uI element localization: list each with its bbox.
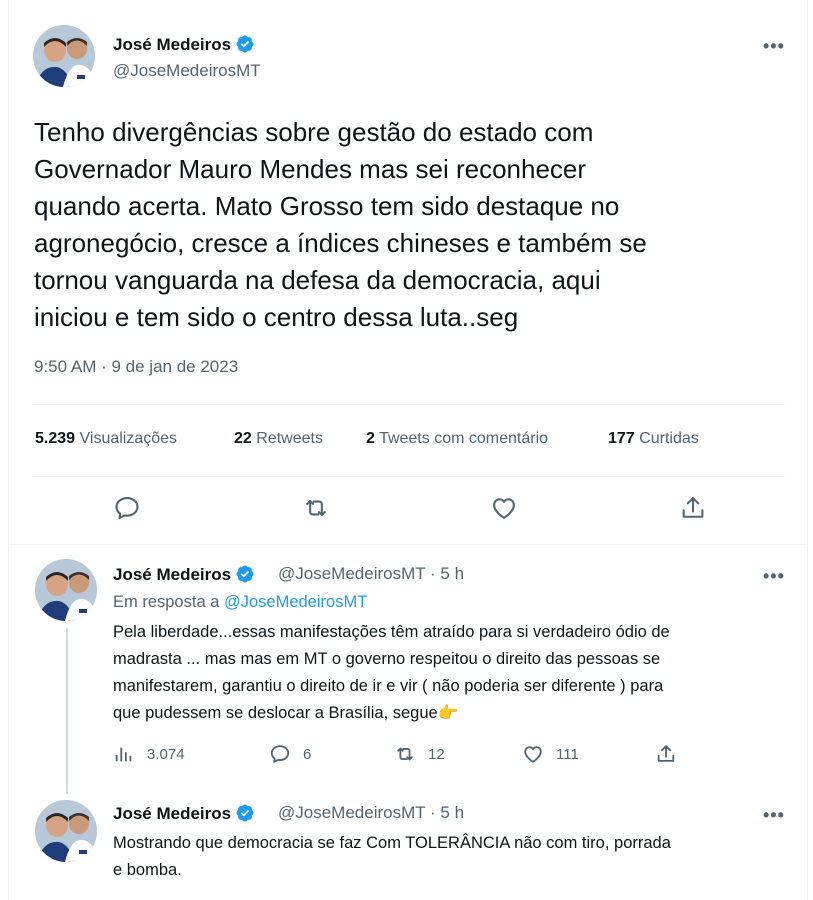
tweet-text-line: quando acerta. Mato Grosso tem sido dest… — [34, 191, 620, 221]
reply-count: 6 — [303, 745, 312, 763]
reply-icon — [270, 745, 290, 763]
more-options-button[interactable]: ••• — [763, 36, 785, 57]
reply-text-line: Mostrando que democracia se faz Com TOLE… — [113, 834, 671, 852]
author-handle[interactable]: @JoseMedeirosMT — [113, 61, 261, 81]
reply-text-line: que pudessem se deslocar a Brasília, seg… — [113, 704, 459, 722]
author-name[interactable]: José Medeiros — [113, 803, 255, 824]
reply-context: Em resposta a @JoseMedeirosMT — [113, 593, 368, 611]
avatar[interactable] — [33, 25, 95, 87]
tweet-thread-card: José Medeiros @JoseMedeirosMT ••• Tenho … — [8, 0, 808, 900]
thread-connector-line — [66, 628, 68, 794]
views-stat[interactable]: 5.239 Visualizações — [35, 430, 177, 448]
reply-to-handle-link[interactable]: @JoseMedeirosMT — [224, 593, 367, 611]
more-options-button[interactable]: ••• — [763, 566, 785, 587]
retweet-icon[interactable] — [302, 494, 330, 522]
quotes-stat[interactable]: 2 Tweets com comentário — [366, 430, 548, 448]
divider — [33, 476, 785, 477]
reply-text-line: e bomba. — [113, 861, 182, 879]
reply-icon[interactable] — [113, 494, 141, 522]
author-handle-time[interactable]: @JoseMedeirosMT · 5 h — [278, 564, 464, 584]
author-name[interactable]: José Medeiros — [113, 34, 255, 55]
like-count: 111 — [556, 745, 579, 763]
verified-badge-icon — [236, 565, 254, 583]
author-name[interactable]: José Medeiros — [113, 564, 255, 585]
tweet-text-line: agronegócio, cresce a índices chineses e… — [34, 228, 647, 258]
tweet-text-line: tornou vanguarda na defesa da democracia… — [34, 265, 601, 295]
reply-text-line: madrasta ... mas mas em MT o governo res… — [113, 650, 661, 668]
tweet-text: Tenho divergências sobre gestão do estad… — [34, 114, 754, 336]
views-count: 3.074 — [147, 745, 185, 763]
author-handle-time[interactable]: @JoseMedeirosMT · 5 h — [278, 803, 464, 823]
reply-text-line: manifestarem, garantiu o direito de ir e… — [113, 677, 664, 695]
retweet-icon — [397, 747, 413, 761]
likes-stat[interactable]: 177 Curtidas — [608, 430, 699, 448]
reply-button[interactable]: 6 — [269, 742, 311, 766]
views-button[interactable]: 3.074 — [113, 742, 185, 766]
verified-badge-icon — [236, 804, 254, 822]
reply-text: Pela liberdade...essas manifestações têm… — [113, 619, 803, 727]
share-button[interactable] — [655, 742, 677, 766]
share-icon — [657, 745, 675, 762]
share-icon[interactable] — [679, 494, 707, 522]
tweet-text-line: iniciou e tem sido o centro dessa luta..… — [34, 302, 519, 332]
tweet-text-line: Governador Mauro Mendes mas sei reconhec… — [34, 154, 587, 184]
reply-text-line: Pela liberdade...essas manifestações têm… — [113, 623, 670, 641]
retweets-stat[interactable]: 22 Retweets — [234, 430, 323, 448]
more-options-button[interactable]: ••• — [763, 805, 785, 826]
divider — [33, 404, 785, 405]
tweet-text-line: Tenho divergências sobre gestão do estad… — [34, 117, 594, 147]
like-button[interactable]: 111 — [522, 742, 579, 766]
avatar[interactable] — [35, 559, 97, 621]
tweet-timestamp[interactable]: 9:50 AM · 9 de jan de 2023 — [34, 357, 238, 377]
analytics-icon — [115, 747, 132, 762]
retweet-button[interactable]: 12 — [394, 742, 445, 766]
divider — [9, 544, 807, 545]
retweet-count: 12 — [428, 745, 445, 763]
verified-badge-icon — [236, 35, 254, 53]
like-icon — [524, 746, 542, 763]
avatar[interactable] — [35, 800, 97, 862]
like-icon[interactable] — [490, 494, 518, 522]
reply-text: Mostrando que democracia se faz Com TOLE… — [113, 830, 803, 884]
